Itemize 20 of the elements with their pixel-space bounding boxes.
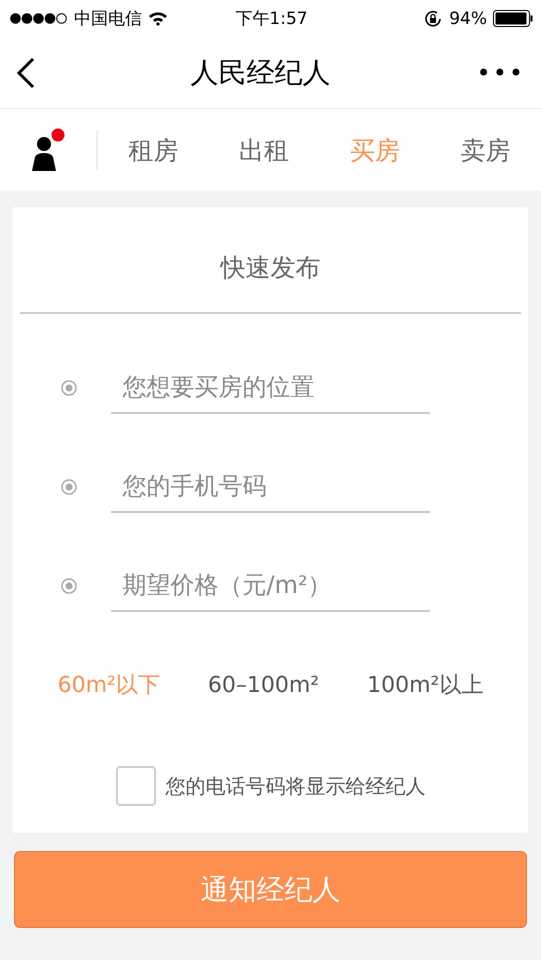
checkbox[interactable] [116, 766, 156, 806]
tab[interactable]: 卖房 [430, 134, 541, 166]
target-icon [60, 578, 76, 594]
consent-label: 您的电话号码将显示给经纪人 [166, 772, 426, 800]
area-option[interactable]: 60–100m² [208, 670, 320, 700]
carrier-name: 中国电信 [74, 8, 142, 30]
battery-icon [493, 10, 533, 27]
more-button[interactable]: ••• [465, 58, 525, 86]
signal-icon [10, 13, 68, 24]
area-option[interactable]: 100m²以上 [367, 670, 484, 700]
wifi-icon [148, 11, 168, 26]
tab[interactable]: 出租 [208, 134, 320, 166]
target-icon [60, 478, 76, 494]
status-time: 下午1:57 [235, 8, 308, 30]
battery-percent: 94% [449, 8, 487, 28]
form-title: 快速发布 [220, 252, 320, 284]
tab[interactable]: 租房 [98, 134, 209, 166]
page-title: 人民经纪人 [190, 54, 332, 90]
rotation-lock-icon [423, 8, 444, 28]
target-icon [60, 380, 76, 396]
